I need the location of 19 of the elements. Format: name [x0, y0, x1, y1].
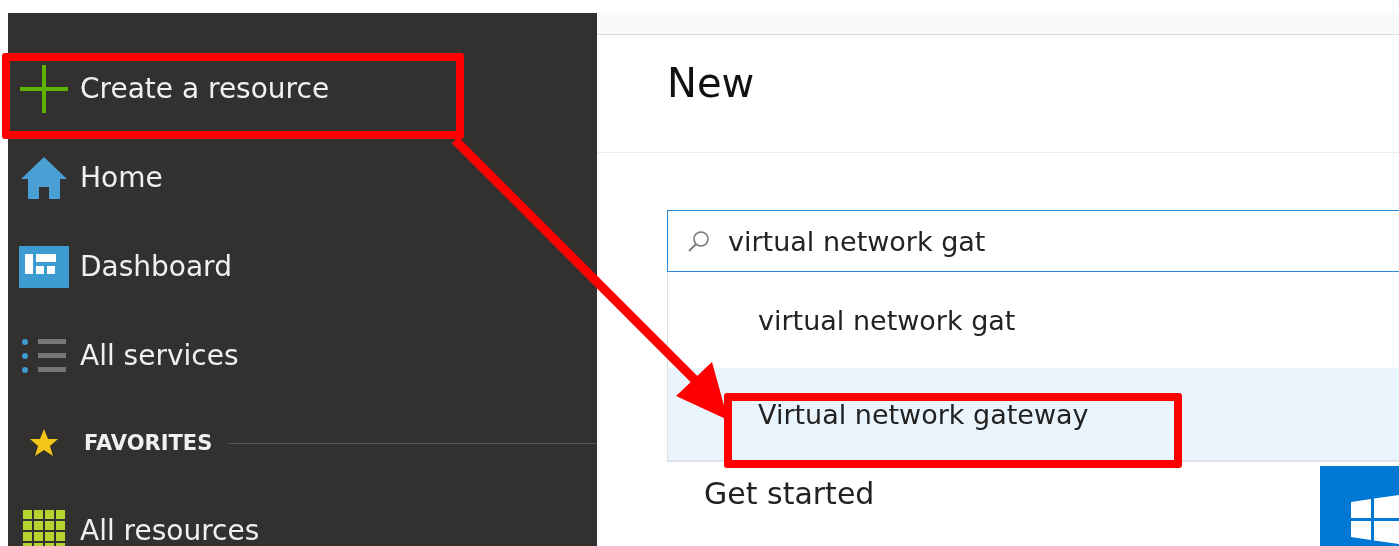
home-icon — [21, 156, 67, 199]
dashboard-icon — [19, 245, 69, 288]
nav-item[interactable]: Home — [8, 133, 597, 222]
section-heading: Get started — [704, 476, 875, 511]
list-icon — [21, 337, 67, 374]
nav-item[interactable]: All services — [8, 311, 597, 400]
nav-item[interactable]: Dashboard — [8, 222, 597, 311]
star-icon — [29, 428, 59, 458]
search-icon — [686, 228, 712, 254]
nav-item[interactable]: Create a resource — [8, 44, 597, 133]
plus-icon — [20, 64, 68, 113]
windows-icon — [1349, 494, 1399, 544]
windows-tile[interactable] — [1320, 466, 1399, 546]
section-heading: FAVORITES — [84, 431, 213, 455]
grid-icon — [23, 509, 65, 546]
suggestion-item[interactable]: Virtual network gateway — [668, 368, 1399, 462]
nav-item[interactable]: All resources — [8, 486, 597, 546]
search-field[interactable]: virtual network gat — [667, 210, 1399, 272]
blade-title: New — [667, 60, 755, 107]
